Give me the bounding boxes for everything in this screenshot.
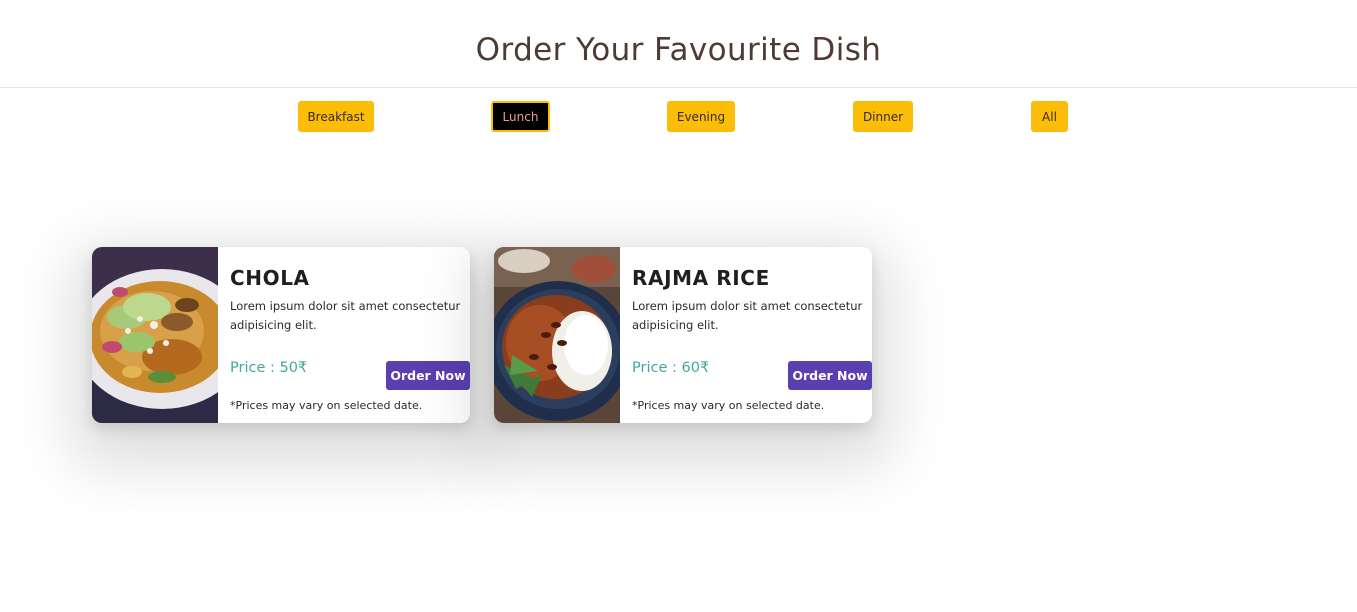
dish-card: CHOLA Lorem ipsum dolor sit amet consect… [92, 247, 470, 423]
filter-lunch-button[interactable]: Lunch [491, 101, 550, 132]
dish-card-body: RAJMA RICE Lorem ipsum dolor sit amet co… [632, 247, 872, 423]
chola-dish-photo [92, 247, 218, 423]
price-note: *Prices may vary on selected date. [230, 399, 423, 412]
page-title: Order Your Favourite Dish [475, 32, 882, 68]
dish-name: RAJMA RICE [632, 266, 770, 290]
price-note: *Prices may vary on selected date. [632, 399, 825, 412]
order-now-button[interactable]: Order Now [788, 361, 872, 390]
order-now-button[interactable]: Order Now [386, 361, 470, 390]
page-header: Order Your Favourite Dish [0, 0, 1357, 88]
category-filter-bar: Breakfast Lunch Evening Dinner All [0, 101, 1357, 133]
filter-all-button[interactable]: All [1031, 101, 1068, 132]
filter-evening-button[interactable]: Evening [667, 101, 735, 132]
filter-dinner-button[interactable]: Dinner [853, 101, 913, 132]
dish-price: Price : 50₹ [230, 360, 308, 376]
dish-card-body: CHOLA Lorem ipsum dolor sit amet consect… [230, 247, 470, 423]
dish-card: RAJMA RICE Lorem ipsum dolor sit amet co… [494, 247, 872, 423]
dish-description: Lorem ipsum dolor sit amet consectetur a… [230, 299, 461, 332]
dish-image [494, 247, 620, 423]
dish-description: Lorem ipsum dolor sit amet consectetur a… [632, 299, 863, 332]
dish-image [92, 247, 218, 423]
dish-name: CHOLA [230, 266, 310, 290]
dish-price: Price : 60₹ [632, 360, 710, 376]
rajma-rice-photo [494, 247, 620, 423]
filter-breakfast-button[interactable]: Breakfast [298, 101, 374, 132]
